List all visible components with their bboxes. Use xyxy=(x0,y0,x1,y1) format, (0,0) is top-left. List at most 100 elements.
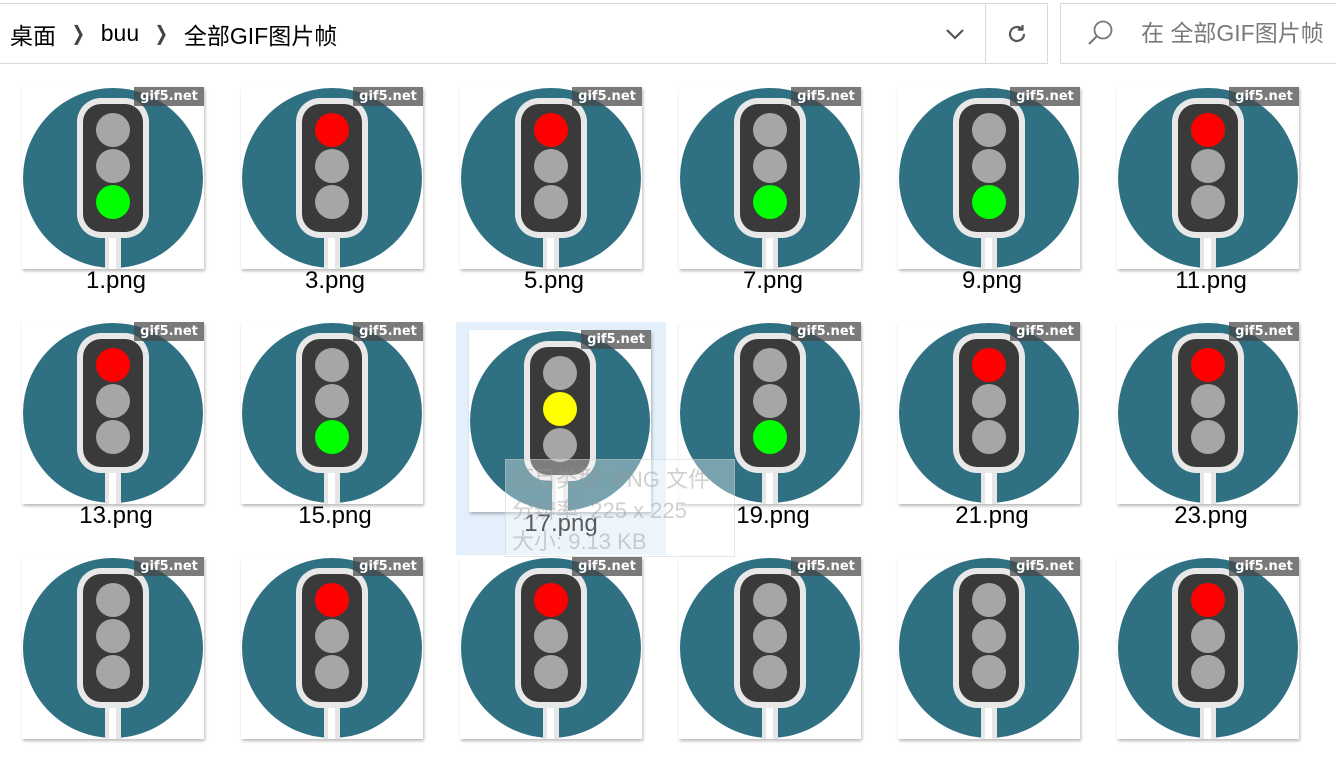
file-name-label: 15.png xyxy=(298,502,372,529)
bottom-lamp xyxy=(972,185,1006,219)
middle-lamp xyxy=(534,619,568,653)
file-grid: gif5.net 1.png gif5.net 3.png gif5.net 5.png g… xyxy=(0,0,1336,739)
top-lamp xyxy=(1191,348,1225,382)
file-name-label: 13.png xyxy=(79,502,153,529)
traffic-light-thumbnail: gif5.net xyxy=(898,322,1080,504)
traffic-light-thumbnail: gif5.net xyxy=(241,557,423,739)
file-name-label: 5.png xyxy=(523,267,585,294)
middle-lamp xyxy=(534,149,568,183)
bottom-lamp xyxy=(753,420,787,454)
watermark-label: gif5.net xyxy=(140,89,198,104)
bottom-lamp xyxy=(534,655,568,689)
watermark-label: gif5.net xyxy=(140,559,198,574)
bottom-lamp xyxy=(1191,420,1225,454)
file-name-label: 3.png xyxy=(304,267,366,294)
traffic-light-thumbnail: gif5.net xyxy=(679,87,861,269)
top-lamp xyxy=(972,583,1006,617)
middle-lamp xyxy=(315,619,349,653)
file-item[interactable]: gif5.net 11.png xyxy=(1106,79,1316,311)
file-item[interactable]: gif5.net 21.png xyxy=(887,314,1097,546)
watermark-label: gif5.net xyxy=(1235,559,1293,574)
watermark-label: gif5.net xyxy=(578,559,636,574)
file-item[interactable]: gif5.net 5.png xyxy=(449,79,659,311)
middle-lamp xyxy=(972,619,1006,653)
watermark-label: gif5.net xyxy=(140,324,198,339)
middle-lamp xyxy=(753,149,787,183)
traffic-light-thumbnail: gif5.net xyxy=(460,557,642,739)
top-lamp xyxy=(753,348,787,382)
top-lamp xyxy=(315,348,349,382)
file-item[interactable]: gif5.net xyxy=(11,549,221,781)
file-item[interactable]: gif5.net 9.png xyxy=(887,79,1097,311)
top-lamp xyxy=(753,113,787,147)
traffic-light-thumbnail: gif5.net xyxy=(460,87,642,269)
file-name-label: 1.png xyxy=(85,267,147,294)
top-lamp xyxy=(543,356,577,390)
file-name-label: 11.png xyxy=(1175,267,1247,294)
watermark-label: gif5.net xyxy=(1235,324,1293,339)
file-item[interactable]: gif5.net 17.png xyxy=(456,322,666,555)
top-lamp xyxy=(972,348,1006,382)
top-lamp xyxy=(534,583,568,617)
bottom-lamp xyxy=(753,185,787,219)
middle-lamp xyxy=(96,619,130,653)
bottom-lamp xyxy=(972,655,1006,689)
middle-lamp xyxy=(972,384,1006,418)
watermark-label: gif5.net xyxy=(797,559,855,574)
file-name-label: 19.png xyxy=(736,502,810,529)
top-lamp xyxy=(315,113,349,147)
file-name-label: 9.png xyxy=(961,267,1023,294)
middle-lamp xyxy=(315,149,349,183)
top-lamp xyxy=(96,113,130,147)
bottom-lamp xyxy=(96,185,130,219)
watermark-label: gif5.net xyxy=(1016,324,1074,339)
middle-lamp xyxy=(315,384,349,418)
traffic-light-thumbnail: gif5.net xyxy=(1117,557,1299,739)
file-name-label: 23.png xyxy=(1174,502,1248,529)
bottom-lamp xyxy=(315,420,349,454)
watermark-label: gif5.net xyxy=(359,559,417,574)
traffic-light-thumbnail: gif5.net xyxy=(22,557,204,739)
top-lamp xyxy=(96,583,130,617)
file-item[interactable]: gif5.net xyxy=(668,549,878,781)
traffic-light-thumbnail: gif5.net xyxy=(469,330,651,512)
traffic-light-thumbnail: gif5.net xyxy=(679,322,861,504)
top-lamp xyxy=(1191,113,1225,147)
file-item[interactable]: gif5.net xyxy=(449,549,659,781)
top-lamp xyxy=(753,583,787,617)
bottom-lamp xyxy=(543,428,577,462)
traffic-light-thumbnail: gif5.net xyxy=(898,87,1080,269)
bottom-lamp xyxy=(972,420,1006,454)
watermark-label: gif5.net xyxy=(1016,89,1074,104)
traffic-light-thumbnail: gif5.net xyxy=(1117,322,1299,504)
traffic-light-thumbnail: gif5.net xyxy=(241,87,423,269)
watermark-label: gif5.net xyxy=(359,89,417,104)
file-name-label: 7.png xyxy=(742,267,804,294)
traffic-light-thumbnail: gif5.net xyxy=(22,322,204,504)
watermark-label: gif5.net xyxy=(587,332,645,347)
file-item[interactable]: gif5.net 1.png xyxy=(11,79,221,311)
bottom-lamp xyxy=(96,655,130,689)
file-item[interactable]: gif5.net xyxy=(230,549,440,781)
middle-lamp xyxy=(96,149,130,183)
file-item[interactable]: gif5.net 3.png xyxy=(230,79,440,311)
top-lamp xyxy=(972,113,1006,147)
middle-lamp xyxy=(1191,149,1225,183)
file-item[interactable]: gif5.net 19.png xyxy=(668,314,878,546)
file-item[interactable]: gif5.net xyxy=(887,549,1097,781)
file-item[interactable]: gif5.net 23.png xyxy=(1106,314,1316,546)
file-item[interactable]: gif5.net 7.png xyxy=(668,79,878,311)
top-lamp xyxy=(1191,583,1225,617)
file-item[interactable]: gif5.net 13.png xyxy=(11,314,221,546)
file-item[interactable]: gif5.net 15.png xyxy=(230,314,440,546)
watermark-label: gif5.net xyxy=(797,324,855,339)
top-lamp xyxy=(534,113,568,147)
traffic-light-thumbnail: gif5.net xyxy=(22,87,204,269)
watermark-label: gif5.net xyxy=(578,89,636,104)
middle-lamp xyxy=(543,392,577,426)
bottom-lamp xyxy=(315,185,349,219)
file-name-label: 17.png xyxy=(524,510,598,537)
watermark-label: gif5.net xyxy=(1235,89,1293,104)
bottom-lamp xyxy=(534,185,568,219)
file-item[interactable]: gif5.net xyxy=(1106,549,1316,781)
